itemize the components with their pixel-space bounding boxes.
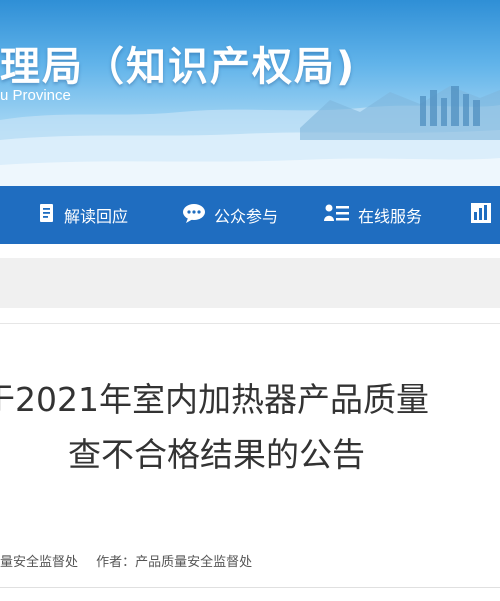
article-author: 作者：产品质量安全监督处 xyxy=(96,555,253,570)
user-list-icon xyxy=(324,203,358,227)
article-source: 量安全监督处 xyxy=(0,555,79,570)
nav-item-participation[interactable]: 公众参与 xyxy=(182,186,278,244)
nav-item-online-service[interactable]: 在线服务 xyxy=(324,186,422,244)
banner-landscape xyxy=(0,86,500,186)
main-nav: 解读回应 公众参与 在线服务 xyxy=(0,186,500,244)
breadcrumb-bar xyxy=(0,258,500,308)
article-title: 于2021年室内加热器产品质量 查不合格结果的公告 xyxy=(0,372,500,482)
nav-item-statistics[interactable] xyxy=(470,186,500,244)
article-title-line2: 查不合格结果的公告 xyxy=(68,435,365,474)
article-panel: 于2021年室内加热器产品质量 查不合格结果的公告 量安全监督处 作者：产品质量… xyxy=(0,323,500,601)
bar-chart-icon xyxy=(470,202,500,228)
divider xyxy=(0,587,500,588)
nav-item-label: 解读回应 xyxy=(64,207,129,226)
article-meta: 量安全监督处 作者：产品质量安全监督处 xyxy=(0,551,252,570)
nav-item-interpretation[interactable]: 解读回应 xyxy=(38,186,128,244)
spacer xyxy=(0,244,500,258)
site-subtitle: u Province xyxy=(0,87,71,104)
nav-item-label: 公众参与 xyxy=(214,207,279,226)
article-title-line1: 于2021年室内加热器产品质量 xyxy=(0,380,429,419)
document-icon xyxy=(38,203,64,227)
site-title: 理局（知识产权局) xyxy=(0,44,357,90)
chat-icon xyxy=(182,203,214,227)
nav-item-label: 在线服务 xyxy=(358,207,423,226)
site-banner: 理局（知识产权局) u Province xyxy=(0,0,500,186)
